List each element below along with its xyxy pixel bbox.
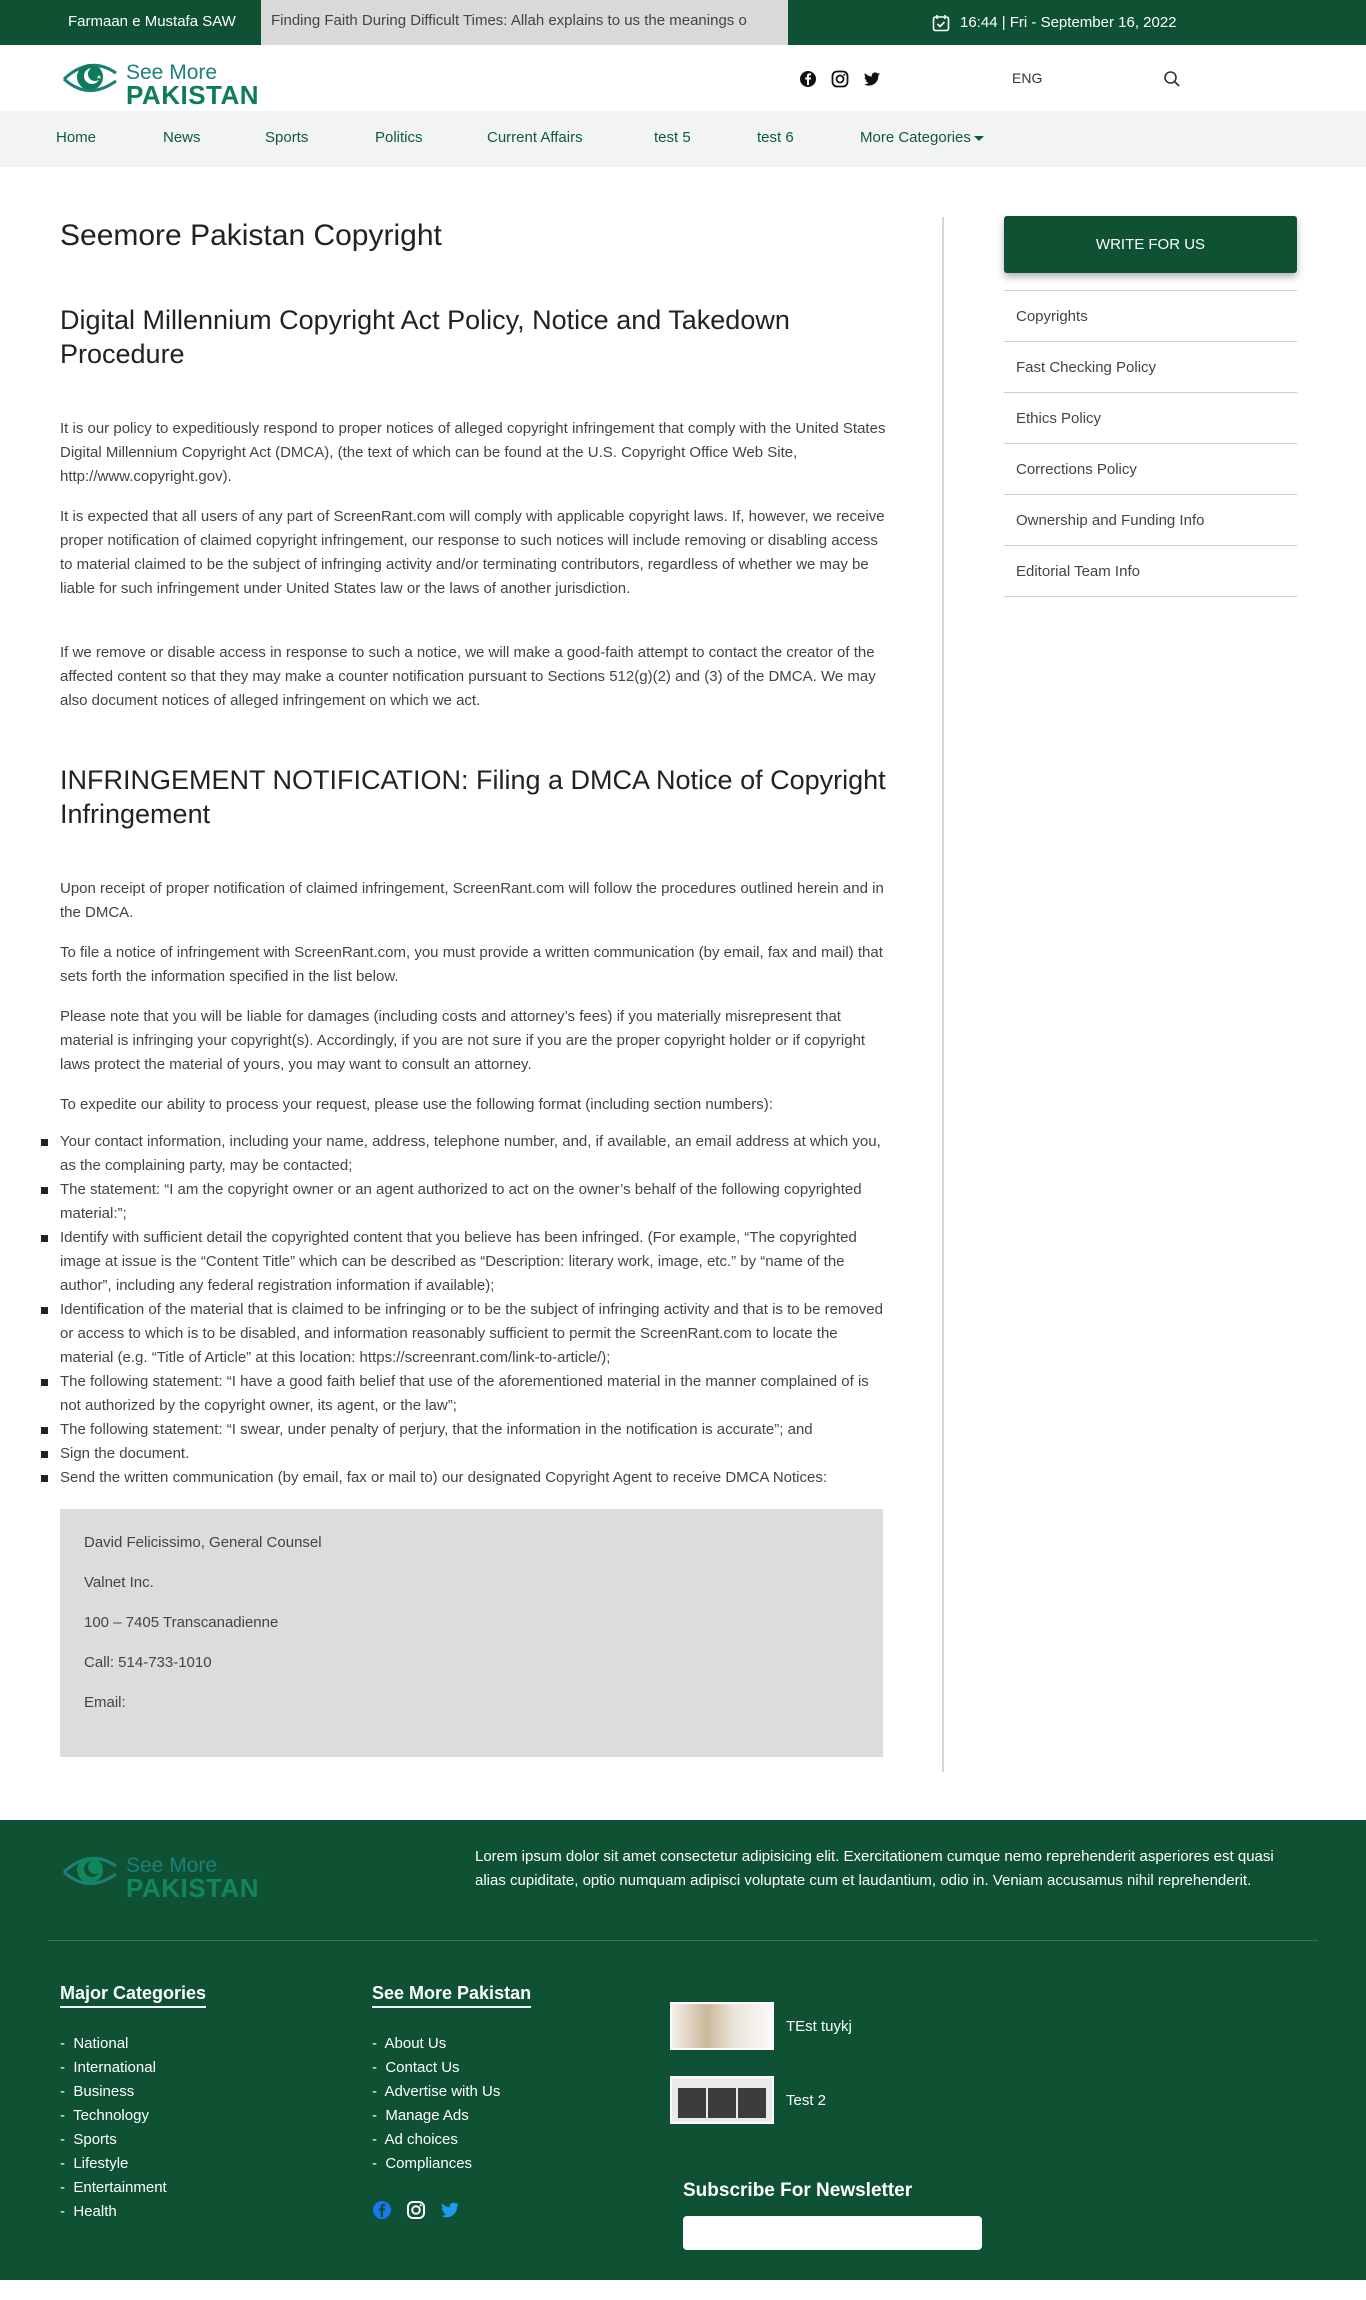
- agent-name: David Felicissimo, General Counsel: [84, 1534, 322, 1551]
- nav-item-home[interactable]: Home: [56, 129, 96, 146]
- calendar-icon: [932, 14, 950, 32]
- facebook-icon[interactable]: [372, 2200, 392, 2220]
- requirements-list: Your contact information, including your…: [41, 1130, 890, 1490]
- twitter-icon[interactable]: [863, 70, 881, 88]
- paragraph: It is our policy to expeditiously respon…: [60, 420, 886, 485]
- nav-item-current-affairs[interactable]: Current Affairs: [487, 129, 583, 146]
- paragraph: To file a notice of infringement with Sc…: [60, 944, 883, 985]
- footer-link[interactable]: About Us: [372, 2032, 500, 2056]
- footer-logo[interactable]: See More PAKISTAN: [60, 1846, 270, 1903]
- footer-link[interactable]: Contact Us: [372, 2056, 500, 2080]
- see-more-pakistan-list: About Us Contact Us Advertise with Us Ma…: [372, 2032, 501, 2176]
- list-item: Identification of the material that is c…: [41, 1298, 890, 1370]
- site-logo[interactable]: See More PAKISTAN: [60, 53, 270, 110]
- nav-item-more-categories[interactable]: More Categories: [860, 129, 984, 146]
- major-categories-title: Major Categories: [60, 1983, 207, 2008]
- sidebar-link-ownership[interactable]: Ownership and Funding Info: [1004, 495, 1297, 546]
- paragraph: It is expected that all users of any par…: [60, 508, 885, 597]
- nav-item-politics[interactable]: Politics: [375, 129, 423, 146]
- footer-link[interactable]: National: [60, 2032, 167, 2056]
- date-time: 16:44 | Fri - September 16, 2022: [932, 0, 1177, 45]
- post-title: TEst tuykj: [786, 2017, 852, 2035]
- newsletter-title: Subscribe For Newsletter: [683, 2180, 913, 2201]
- post-title: Test 2: [786, 2091, 827, 2109]
- see-more-pakistan-title: See More Pakistan: [372, 1983, 532, 2008]
- footer-link[interactable]: Ad choices: [372, 2128, 500, 2152]
- list-item: Sign the document.: [41, 1442, 890, 1466]
- caret-down-icon: [973, 135, 984, 141]
- search-icon[interactable]: [1163, 70, 1181, 88]
- paragraph: Please note that you will be liable for …: [60, 1008, 866, 1073]
- language-selector[interactable]: ENG: [1012, 70, 1042, 86]
- footer-post[interactable]: Test 2: [670, 2076, 826, 2124]
- paragraph: To expedite our ability to process your …: [60, 1096, 773, 1113]
- news-ticker[interactable]: Finding Faith During Difficult Times: Al…: [261, 0, 788, 45]
- logo-eye-icon: [62, 1856, 117, 1885]
- list-item: The following statement: “I have a good …: [41, 1370, 890, 1418]
- list-item: Identify with sufficient detail the copy…: [41, 1226, 890, 1298]
- list-item: Your contact information, including your…: [41, 1130, 890, 1178]
- logo-eye-icon: [62, 63, 117, 92]
- footer-link[interactable]: International: [60, 2056, 167, 2080]
- list-item: The statement: “I am the copyright owner…: [41, 1178, 890, 1226]
- agent-address: 100 – 7405 Transcanadienne: [84, 1614, 279, 1631]
- sidebar-link-ethics[interactable]: Ethics Policy: [1004, 393, 1297, 444]
- footer-social-links: [372, 2200, 460, 2220]
- post-thumbnail: [670, 2076, 774, 2124]
- sidebar-link-copyrights[interactable]: Copyrights: [1004, 291, 1297, 342]
- nav-item-test-5[interactable]: test 5: [654, 129, 691, 146]
- newsletter-email-input[interactable]: [683, 2216, 982, 2250]
- twitter-icon[interactable]: [440, 2200, 460, 2220]
- paragraph: Upon receipt of proper notification of c…: [60, 880, 884, 921]
- list-item: The following statement: “I swear, under…: [41, 1418, 890, 1442]
- sidebar-links: Copyrights Fast Checking Policy Ethics P…: [1004, 290, 1297, 597]
- write-for-us-button[interactable]: WRITE FOR US: [1004, 216, 1297, 273]
- agent-phone: Call: 514-733-1010: [84, 1654, 212, 1671]
- footer-description: Lorem ipsum dolor sit amet consectetur a…: [475, 1848, 1274, 1889]
- facebook-icon[interactable]: [799, 70, 817, 88]
- footer-link[interactable]: Advertise with Us: [372, 2080, 501, 2104]
- instagram-icon[interactable]: [406, 2200, 426, 2220]
- logo-text-bottom: PAKISTAN: [126, 80, 260, 110]
- top-bar-label[interactable]: Farmaan e Mustafa SAW: [68, 0, 236, 45]
- main-nav: Home News Sports Politics Current Affair…: [0, 111, 1366, 167]
- footer-link[interactable]: Business: [60, 2080, 167, 2104]
- sidebar-link-fact-checking[interactable]: Fast Checking Policy: [1004, 342, 1297, 393]
- footer-link[interactable]: Manage Ads: [372, 2104, 500, 2128]
- nav-item-test-6[interactable]: test 6: [757, 129, 794, 146]
- section-heading-dmca: Digital Millennium Copyright Act Policy,…: [60, 305, 790, 369]
- major-categories-list: National International Business Technolo…: [60, 2032, 167, 2224]
- footer-link[interactable]: Technology: [60, 2104, 167, 2128]
- post-thumbnail: [670, 2002, 774, 2050]
- nav-item-news[interactable]: News: [163, 129, 201, 146]
- footer-divider: [48, 1940, 1318, 1941]
- sidebar-link-editorial-team[interactable]: Editorial Team Info: [1004, 546, 1297, 597]
- paragraph: If we remove or disable access in respon…: [60, 644, 876, 709]
- sidebar-link-corrections[interactable]: Corrections Policy: [1004, 444, 1297, 495]
- more-categories-label: More Categories: [860, 129, 971, 146]
- footer-link[interactable]: Health: [60, 2200, 167, 2224]
- footer-post[interactable]: TEst tuykj: [670, 2002, 852, 2050]
- footer-link[interactable]: Sports: [60, 2128, 167, 2152]
- footer-link[interactable]: Entertainment: [60, 2176, 166, 2200]
- site-footer: See More PAKISTAN Lorem ipsum dolor sit …: [0, 1820, 1366, 2280]
- copyright-agent-box: David Felicissimo, General Counsel Valne…: [60, 1509, 883, 1757]
- top-bar: Farmaan e Mustafa SAW Finding Faith Duri…: [0, 0, 1366, 45]
- section-heading-infringement: INFRINGEMENT NOTIFICATION: Filing a DMCA…: [60, 765, 886, 829]
- instagram-icon[interactable]: [831, 70, 849, 88]
- header-social-links: [799, 70, 881, 88]
- list-item: Send the written communication (by email…: [41, 1466, 890, 1490]
- agent-company: Valnet Inc.: [84, 1574, 154, 1591]
- nav-item-sports[interactable]: Sports: [265, 129, 308, 146]
- agent-email: Email:: [84, 1694, 126, 1711]
- site-header: See More PAKISTAN ENG: [0, 45, 1366, 111]
- footer-logo-text-bottom: PAKISTAN: [126, 1873, 260, 1903]
- footer-link[interactable]: Compliances: [372, 2152, 500, 2176]
- content-divider: [942, 217, 944, 1772]
- footer-link[interactable]: Lifestyle: [60, 2152, 167, 2176]
- page-title: Seemore Pakistan Copyright: [60, 219, 442, 252]
- date-time-text: 16:44 | Fri - September 16, 2022: [960, 13, 1177, 31]
